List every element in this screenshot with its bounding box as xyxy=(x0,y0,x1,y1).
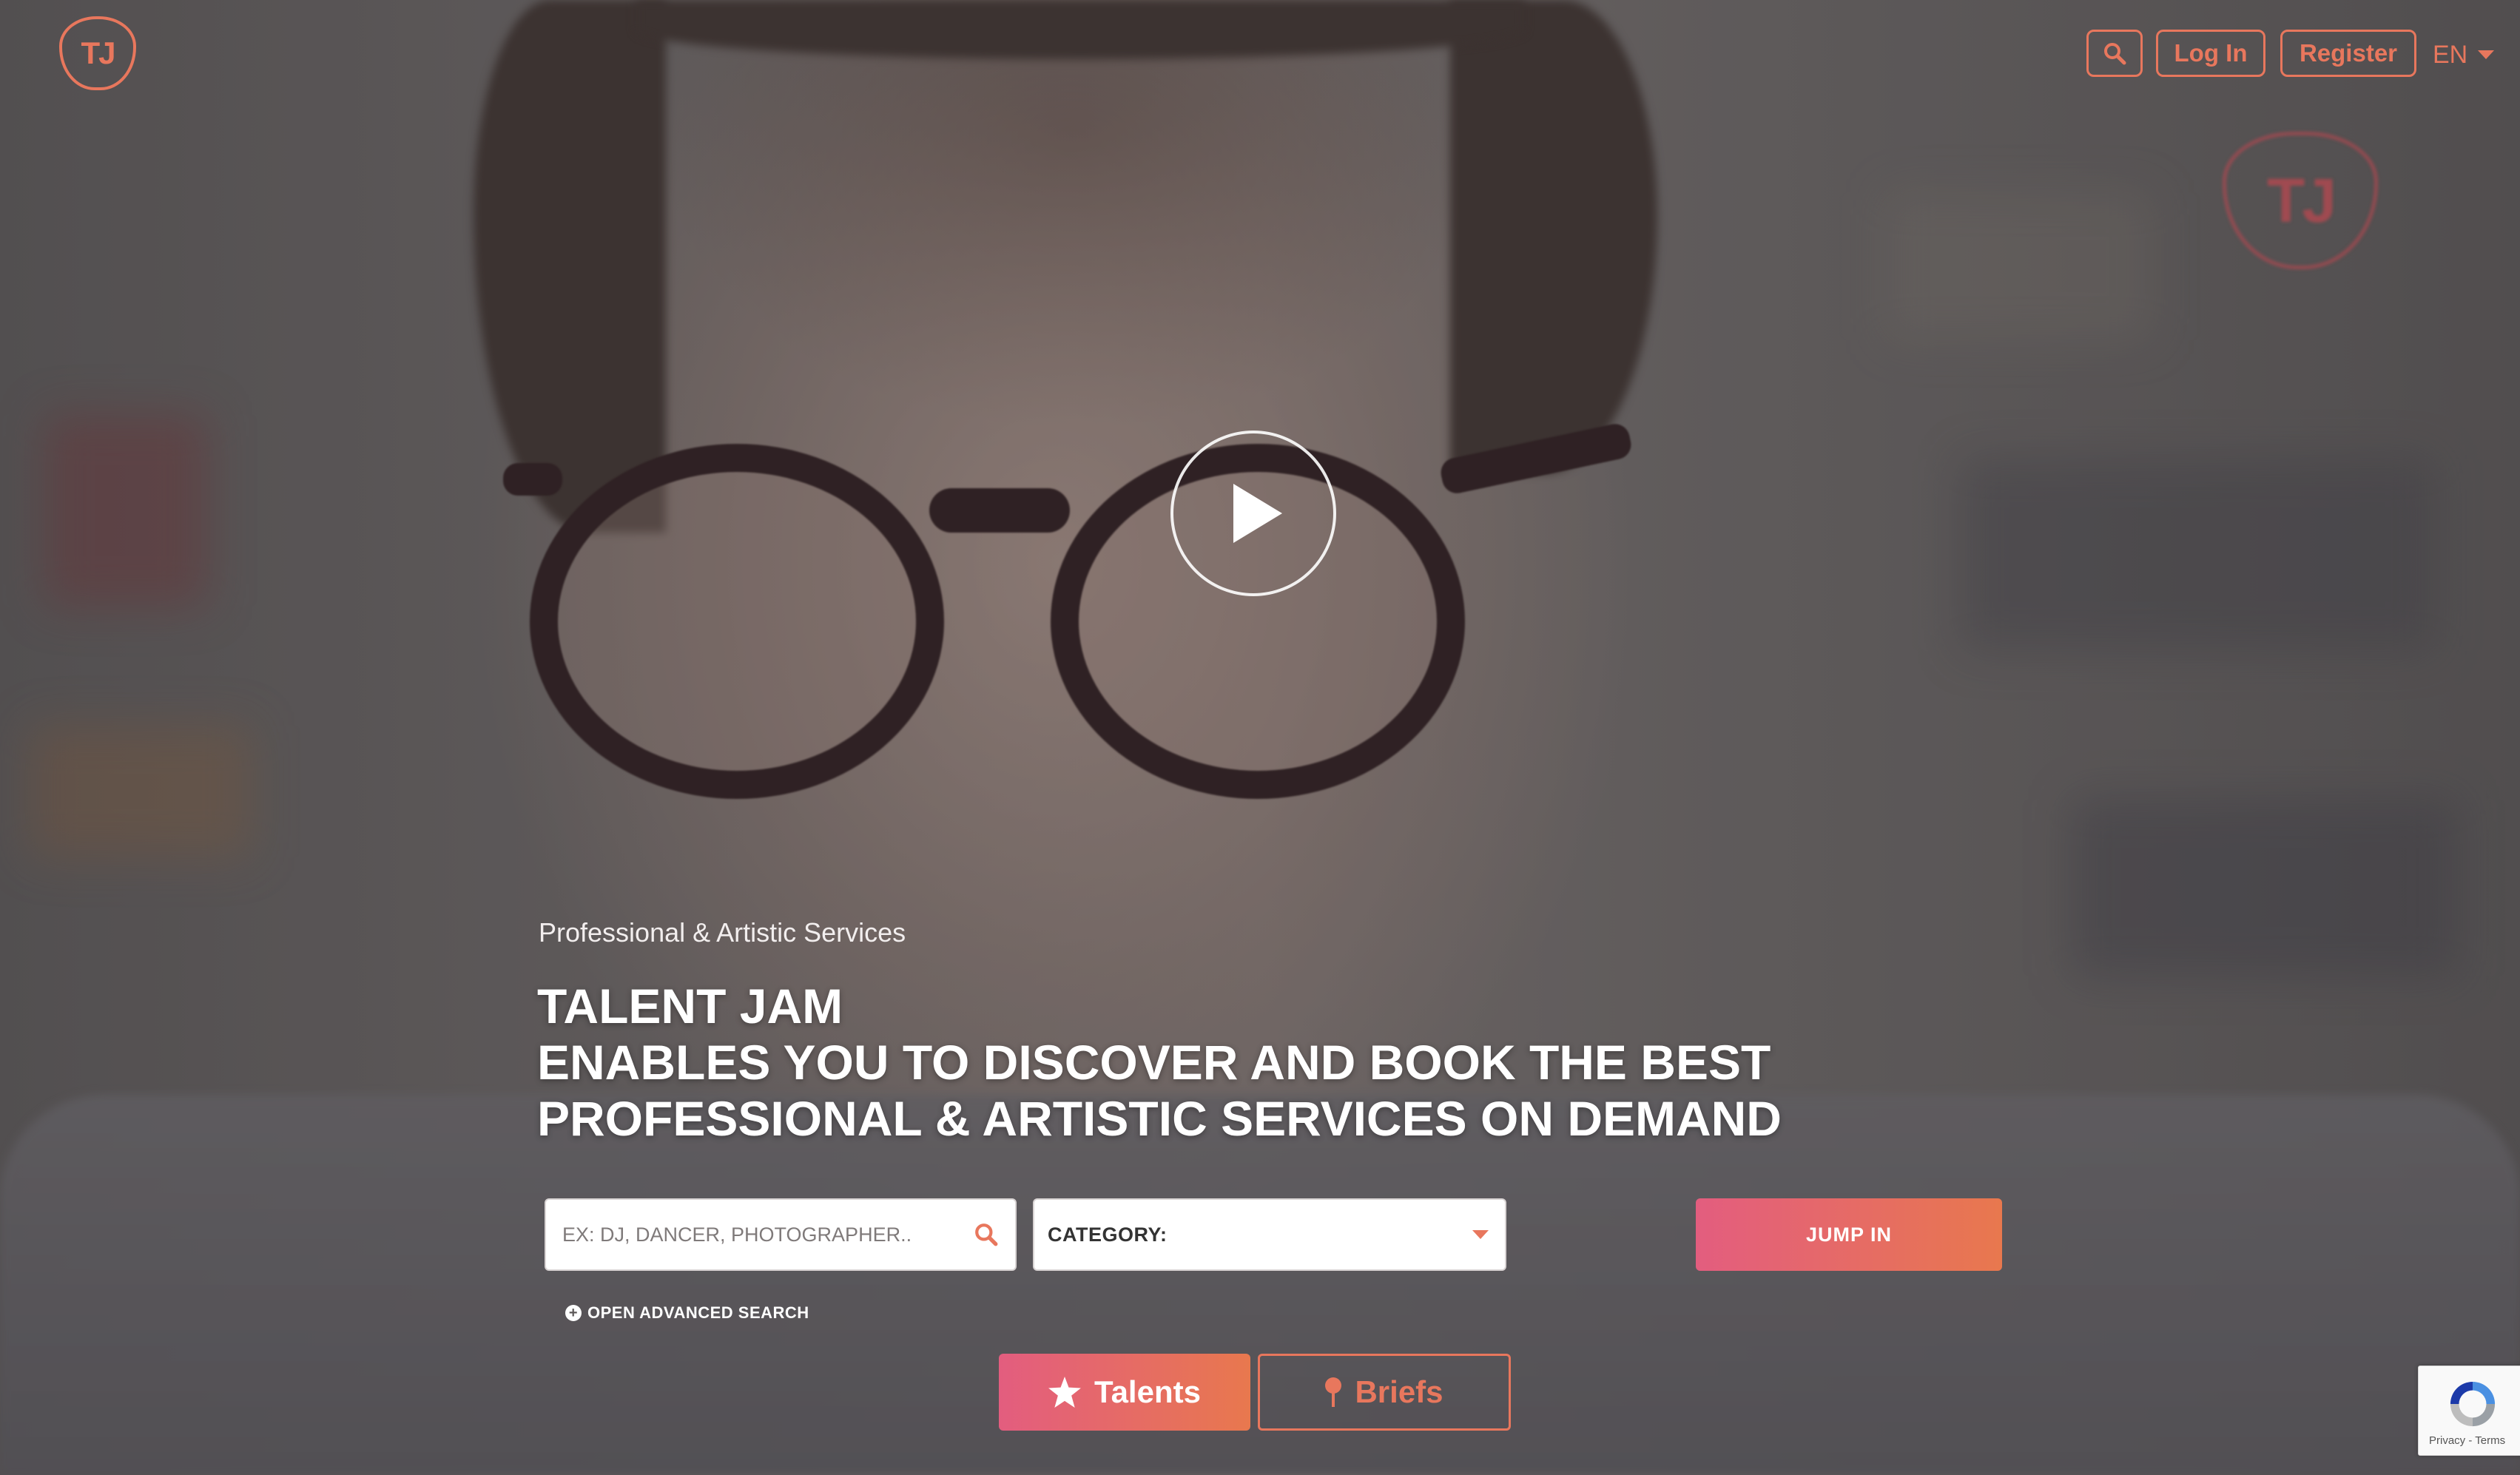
hero-headline: TALENT JAM ENABLES YOU TO DISCOVER AND B… xyxy=(537,978,1943,1147)
star-icon xyxy=(1048,1377,1081,1408)
watermark-text: TJ xyxy=(2266,165,2337,235)
header-search-button[interactable] xyxy=(2086,30,2143,77)
plus-circle-icon: + xyxy=(565,1305,582,1321)
search-input[interactable] xyxy=(562,1223,974,1246)
headline-line-2: ENABLES YOU TO DISCOVER AND BOOK THE BES… xyxy=(537,1035,1771,1090)
headline-line-3: PROFESSIONAL & ARTISTIC SERVICES ON DEMA… xyxy=(537,1091,1782,1146)
chevron-down-icon xyxy=(2478,50,2495,59)
tab-briefs-label: Briefs xyxy=(1355,1374,1443,1409)
headline-line-1: TALENT JAM xyxy=(537,979,843,1033)
tab-briefs[interactable]: Briefs xyxy=(1258,1354,1511,1431)
advanced-search-toggle[interactable]: + OPEN ADVANCED SEARCH xyxy=(565,1303,809,1323)
map-pin-icon xyxy=(1325,1377,1342,1407)
register-button[interactable]: Register xyxy=(2280,30,2416,77)
login-button[interactable]: Log In xyxy=(2156,30,2265,77)
search-icon[interactable] xyxy=(974,1222,999,1247)
search-field-wrapper xyxy=(545,1198,1017,1271)
play-video-button[interactable] xyxy=(1170,431,1336,596)
recaptcha-icon xyxy=(2450,1381,2496,1427)
recaptcha-badge[interactable]: Privacy - Terms xyxy=(2418,1366,2520,1456)
category-select[interactable]: CATEGORY: xyxy=(1033,1198,1506,1271)
search-icon xyxy=(2104,43,2126,65)
play-icon xyxy=(1233,484,1282,543)
language-selector[interactable]: EN xyxy=(2433,38,2495,71)
category-label: CATEGORY: xyxy=(1048,1223,1168,1246)
tab-talents-label: Talents xyxy=(1094,1374,1201,1409)
language-label: EN xyxy=(2433,40,2468,69)
advanced-search-label: OPEN ADVANCED SEARCH xyxy=(587,1303,809,1322)
jump-in-button[interactable]: JUMP IN xyxy=(1696,1198,2002,1271)
hero-subtitle: Professional & Artistic Services xyxy=(539,917,906,948)
recaptcha-links[interactable]: Privacy - Terms xyxy=(2429,1434,2505,1447)
tab-talents[interactable]: Talents xyxy=(999,1354,1250,1431)
chevron-down-icon xyxy=(1472,1230,1489,1239)
logo-text: TJ xyxy=(81,36,115,70)
